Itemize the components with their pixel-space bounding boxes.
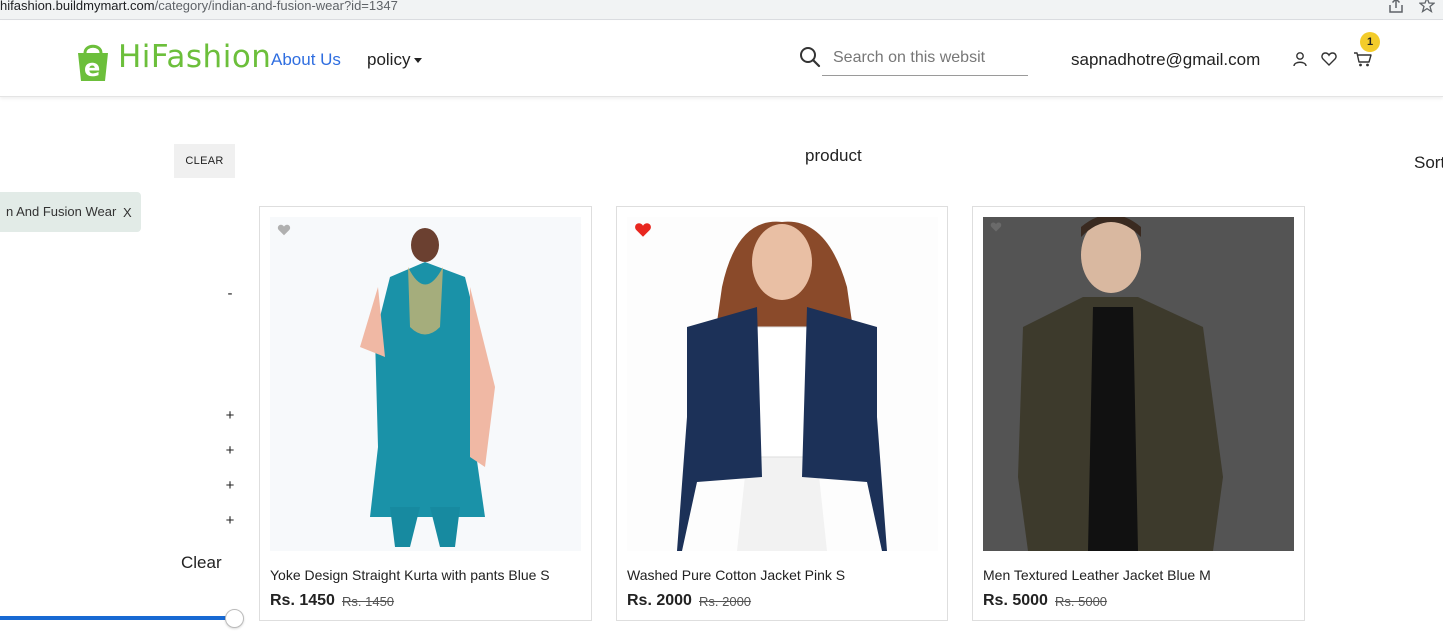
clear-price-link[interactable]: Clear bbox=[181, 553, 222, 573]
search-input[interactable] bbox=[822, 40, 1028, 76]
cart-icon[interactable] bbox=[1353, 51, 1372, 67]
user-icon[interactable] bbox=[1292, 51, 1308, 67]
price-slider-track[interactable] bbox=[0, 616, 234, 620]
browser-address-bar[interactable]: hifashion.buildmymart.com/category/india… bbox=[0, 0, 1443, 20]
filter-expand-toggle[interactable]: + bbox=[224, 407, 236, 424]
product-mrp: Rs. 1450 bbox=[342, 594, 395, 609]
site-logo[interactable]: e HiFashion bbox=[74, 35, 271, 83]
product-price: Rs. 1450 bbox=[270, 592, 335, 609]
wishlist-heart-icon[interactable] bbox=[276, 223, 292, 237]
heart-icon[interactable] bbox=[1321, 51, 1337, 67]
nav-about-us-link[interactable]: About Us bbox=[271, 50, 341, 70]
product-mrp: Rs. 2000 bbox=[699, 594, 752, 609]
product-image[interactable] bbox=[270, 217, 581, 551]
product-mrp: Rs. 5000 bbox=[1055, 594, 1108, 609]
product-image[interactable] bbox=[983, 217, 1294, 551]
wishlist-heart-icon[interactable] bbox=[633, 221, 653, 239]
search-icon[interactable] bbox=[799, 46, 821, 68]
product-card[interactable]: Washed Pure Cotton Jacket Pink S Rs. 200… bbox=[616, 206, 948, 621]
url-host: hifashion.buildmymart.com bbox=[0, 0, 155, 13]
active-filter-label: n And Fusion Wear bbox=[6, 204, 117, 219]
nav-policy-dropdown[interactable]: policy bbox=[367, 50, 423, 70]
clear-filters-button[interactable]: CLEAR bbox=[174, 144, 235, 178]
price-slider-handle[interactable] bbox=[225, 609, 244, 628]
active-filter-chip: n And Fusion Wear X bbox=[0, 192, 141, 232]
cart-count-badge: 1 bbox=[1360, 32, 1380, 52]
product-name[interactable]: Men Textured Leather Jacket Blue M bbox=[983, 567, 1211, 583]
product-price: Rs. 5000 bbox=[983, 592, 1048, 609]
logo-letter: e bbox=[84, 54, 100, 81]
sort-dropdown[interactable]: Sort bbox=[1414, 153, 1443, 173]
share-icon[interactable] bbox=[1387, 0, 1405, 15]
product-card[interactable]: Yoke Design Straight Kurta with pants Bl… bbox=[259, 206, 592, 621]
filter-collapse-toggle[interactable]: - bbox=[224, 285, 236, 302]
filter-expand-toggle[interactable]: + bbox=[224, 477, 236, 494]
logo-text: HiFashion bbox=[118, 39, 272, 75]
nav-policy-label: policy bbox=[367, 50, 411, 69]
product-price: Rs. 2000 bbox=[627, 592, 692, 609]
url-text[interactable]: hifashion.buildmymart.com/category/india… bbox=[0, 0, 398, 12]
product-name[interactable]: Washed Pure Cotton Jacket Pink S bbox=[627, 567, 845, 583]
shopping-bag-logo-icon: e bbox=[78, 44, 108, 81]
filter-expand-toggle[interactable]: + bbox=[224, 512, 236, 529]
page-title: product bbox=[805, 146, 862, 165]
filter-expand-toggle[interactable]: + bbox=[224, 442, 236, 459]
star-icon[interactable] bbox=[1419, 0, 1435, 13]
caret-down-icon bbox=[414, 58, 423, 64]
site-header: e HiFashion About Us policy sapnadhotre@… bbox=[0, 21, 1443, 97]
wishlist-heart-icon[interactable] bbox=[989, 221, 1003, 233]
remove-filter-button[interactable]: X bbox=[123, 205, 132, 220]
price-slider-fill bbox=[0, 616, 234, 620]
user-email[interactable]: sapnadhotre@gmail.com bbox=[1071, 50, 1260, 70]
product-name[interactable]: Yoke Design Straight Kurta with pants Bl… bbox=[270, 567, 550, 583]
url-path: /category/indian-and-fusion-wear?id=1347 bbox=[154, 0, 398, 13]
product-image[interactable] bbox=[627, 217, 938, 551]
product-card[interactable]: Men Textured Leather Jacket Blue M Rs. 5… bbox=[972, 206, 1305, 621]
